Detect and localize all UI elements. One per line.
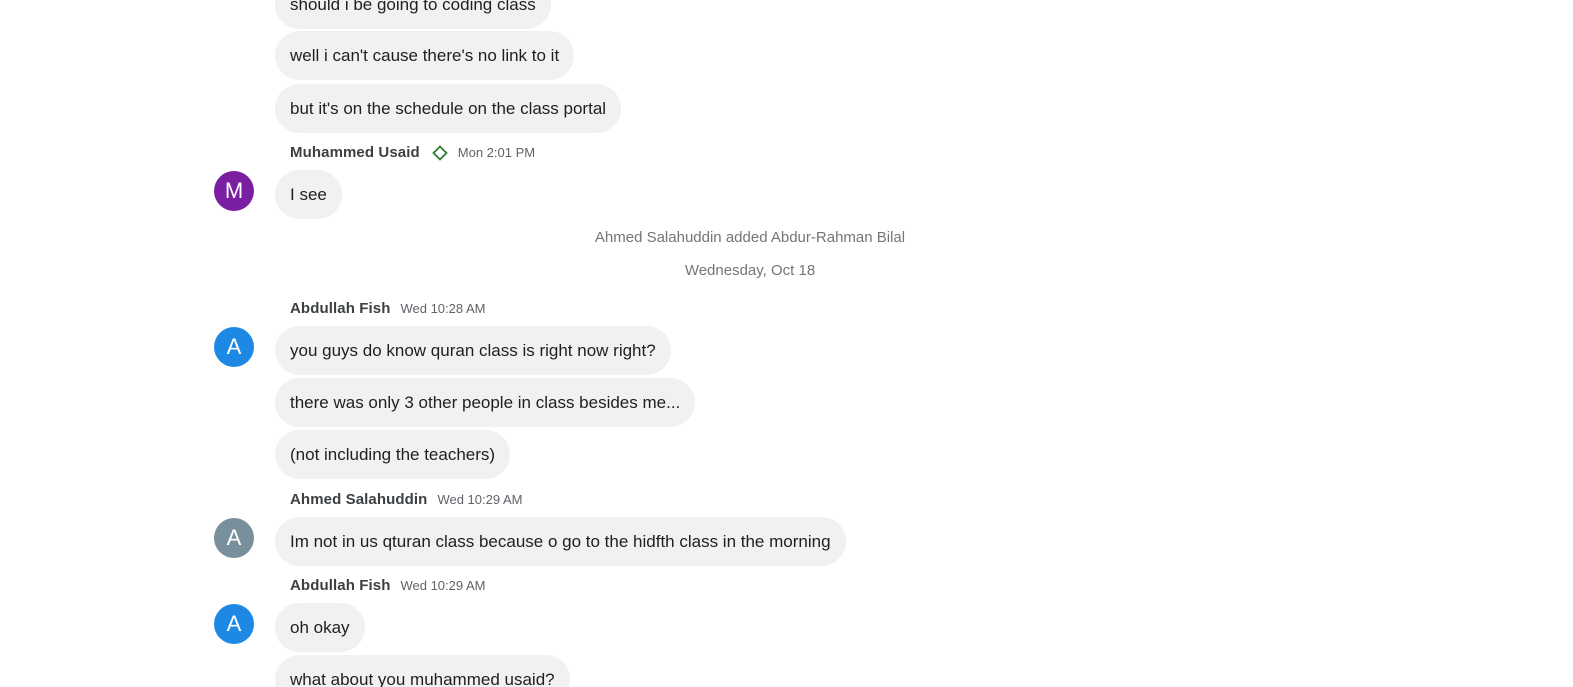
- message-header: Abdullah Fish Wed 10:29 AM: [290, 576, 486, 596]
- avatar[interactable]: A: [214, 604, 254, 644]
- message-bubble[interactable]: should i be going to coding class: [275, 0, 551, 29]
- date-divider: Wednesday, Oct 18: [684, 262, 816, 279]
- message-timestamp: Wed 10:29 AM: [437, 492, 523, 507]
- avatar[interactable]: A: [214, 327, 254, 367]
- sender-name[interactable]: Abdullah Fish: [290, 299, 390, 319]
- message-bubble[interactable]: you guys do know quran class is right no…: [275, 326, 671, 375]
- message-bubble[interactable]: what about you muhammed usaid?: [275, 655, 570, 687]
- message-bubble[interactable]: I see: [275, 170, 342, 219]
- message-bubble[interactable]: there was only 3 other people in class b…: [275, 378, 696, 427]
- message-bubble[interactable]: oh okay: [275, 603, 365, 652]
- chat-message-area: should i be going to coding class well i…: [0, 0, 1573, 687]
- message-bubble[interactable]: (not including the teachers): [275, 430, 511, 479]
- sender-name[interactable]: Ahmed Salahuddin: [290, 490, 427, 510]
- message-bubble[interactable]: Im not in us qturan class because o go t…: [275, 517, 846, 566]
- diamond-outline-icon: [431, 145, 448, 161]
- message-bubble[interactable]: well i can't cause there's no link to it: [275, 31, 575, 80]
- message-timestamp: Mon 2:01 PM: [457, 145, 536, 160]
- system-notice: Ahmed Salahuddin added Abdur-Rahman Bila…: [594, 229, 906, 246]
- message-header: Abdullah Fish Wed 10:28 AM: [290, 299, 486, 319]
- avatar[interactable]: M: [214, 171, 254, 211]
- sender-name[interactable]: Abdullah Fish: [290, 576, 390, 596]
- message-bubble[interactable]: but it's on the schedule on the class po…: [275, 84, 622, 133]
- message-header: Ahmed Salahuddin Wed 10:29 AM: [290, 490, 523, 510]
- avatar[interactable]: A: [214, 518, 254, 558]
- message-timestamp: Wed 10:28 AM: [400, 301, 486, 316]
- message-header: Muhammed Usaid Mon 2:01 PM: [290, 143, 535, 163]
- sender-name[interactable]: Muhammed Usaid: [290, 143, 420, 163]
- message-timestamp: Wed 10:29 AM: [400, 578, 486, 593]
